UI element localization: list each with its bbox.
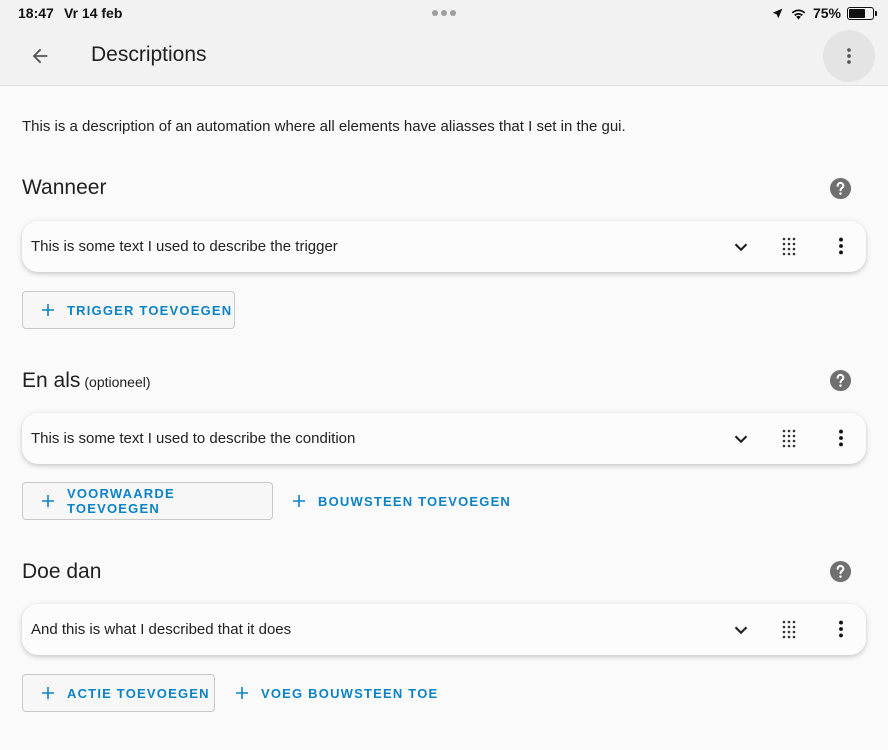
trigger-card[interactable]: This is some text I used to describe the… [22,221,866,272]
status-indicators: 75% [771,4,877,22]
section-title-label: Doe dan [22,560,102,583]
status-date: Vr 14 feb [64,5,123,21]
action-card[interactable]: And this is what I described that it doe… [22,604,866,655]
arrow-left-icon [32,48,48,64]
add-action-button[interactable]: ACTIE TOEVOEGEN [22,674,215,712]
add-condition-label: VOORWAARDE TOEVOEGEN [67,486,175,516]
battery-level [849,8,865,18]
section-title-label: En als [22,369,81,392]
condition-card-text: This is some text I used to describe the… [31,430,356,447]
drag-handle-icon[interactable] [779,236,799,256]
plus-icon [236,687,248,699]
drag-handle-icon[interactable] [779,428,799,448]
condition-card[interactable]: This is some text I used to describe the… [22,413,866,464]
optional-label: (optioneel) [84,374,151,390]
help-circle-icon[interactable] [829,369,852,392]
status-time: 18:47 [18,5,54,21]
help-circle-icon[interactable] [829,177,852,200]
page-title: Descriptions [91,43,207,66]
plus-icon [42,687,54,699]
plus-icon [293,495,305,507]
multitasking-dots-icon[interactable] [430,5,458,19]
section-title-triggers: Wanneer [22,176,106,200]
add-action-building-block-button[interactable]: VOEG BOUWSTEEN TOE [235,674,438,712]
help-circle-icon[interactable] [829,560,852,583]
more-vertical-icon[interactable] [830,618,852,640]
action-card-text: And this is what I described that it doe… [31,621,292,638]
location-arrow-icon [772,8,783,18]
more-vertical-icon[interactable] [830,427,852,449]
wifi-icon [791,9,806,20]
add-trigger-button[interactable]: TRIGGER TOEVOEGEN [22,291,235,329]
plus-icon [42,495,54,507]
add-condition-button[interactable]: VOORWAARDE TOEVOEGEN [22,482,273,520]
section-title-conditions: En als (optioneel) [22,369,151,393]
more-vertical-icon[interactable] [830,235,852,257]
chevron-down-icon[interactable] [730,619,752,641]
section-title-label: Wanneer [22,176,107,199]
more-vertical-icon [847,48,851,64]
app-bar: Descriptions [0,26,888,86]
add-action-building-block-label: VOEG BOUWSTEEN TOE [261,685,439,701]
chevron-down-icon[interactable] [730,428,752,450]
battery-percent: 75% [812,5,841,21]
automation-description: This is a description of an automation w… [22,118,626,135]
status-bar: 18:47 Vr 14 feb 75% [0,0,888,26]
section-title-actions: Doe dan [22,560,101,584]
battery-icon [847,6,877,20]
back-button[interactable] [24,40,56,72]
drag-handle-icon[interactable] [779,619,799,639]
trigger-card-text: This is some text I used to describe the… [31,238,338,255]
add-action-label: ACTIE TOEVOEGEN [67,685,210,701]
add-trigger-label: TRIGGER TOEVOEGEN [67,302,233,318]
add-building-block-label: BOUWSTEEN TOEVOEGEN [318,493,512,509]
plus-icon [42,304,54,316]
add-building-block-button[interactable]: BOUWSTEEN TOEVOEGEN [292,482,511,520]
chevron-down-icon[interactable] [730,236,752,258]
overflow-menu-button[interactable] [823,30,875,82]
